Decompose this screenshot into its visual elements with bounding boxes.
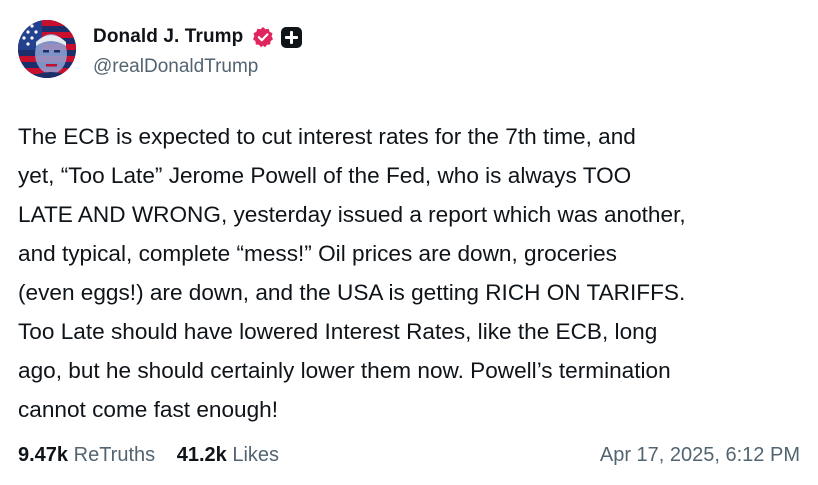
post-text-line: Too Late should have lowered Interest Ra…	[18, 319, 658, 344]
retruths-stat[interactable]: 9.47k ReTruths	[18, 444, 155, 467]
post-timestamp[interactable]: Apr 17, 2025, 6:12 PM	[600, 444, 800, 467]
author-handle[interactable]: @realDonaldTrump	[93, 56, 258, 78]
post-text-line: LATE AND WRONG, yesterday issued a repor…	[18, 202, 686, 227]
retruths-count: 9.47k	[18, 444, 69, 466]
likes-label: Likes	[232, 444, 280, 466]
plus-badge-icon	[281, 27, 302, 48]
post-text: The ECB is expected to cut interest rate…	[18, 117, 808, 429]
post-text-line: ago, but he should certainly lower them …	[18, 358, 671, 383]
flag-portrait-icon	[18, 20, 76, 78]
avatar[interactable]	[18, 20, 76, 78]
post-text-line: yet, “Too Late” Jerome Powell of the Fed…	[18, 163, 632, 188]
post-stats: 9.47k ReTruths 41.2k Likes	[18, 444, 279, 467]
post-text-line: The ECB is expected to cut interest rate…	[18, 124, 636, 149]
retruths-label: ReTruths	[73, 444, 156, 466]
likes-stat[interactable]: 41.2k Likes	[177, 444, 279, 467]
verified-badge-icon	[252, 26, 274, 48]
post-text-line: cannot come fast enough!	[18, 397, 279, 422]
post-text-line: and typical, complete “mess!” Oil prices…	[18, 241, 617, 266]
likes-count: 41.2k	[176, 444, 227, 466]
author-display-name[interactable]: Donald J. Trump	[93, 26, 243, 48]
post-text-line: (even eggs!) are down, and the USA is ge…	[18, 280, 686, 305]
post-card: Donald J. Trump @realDonaldTrump The ECB…	[0, 0, 818, 485]
